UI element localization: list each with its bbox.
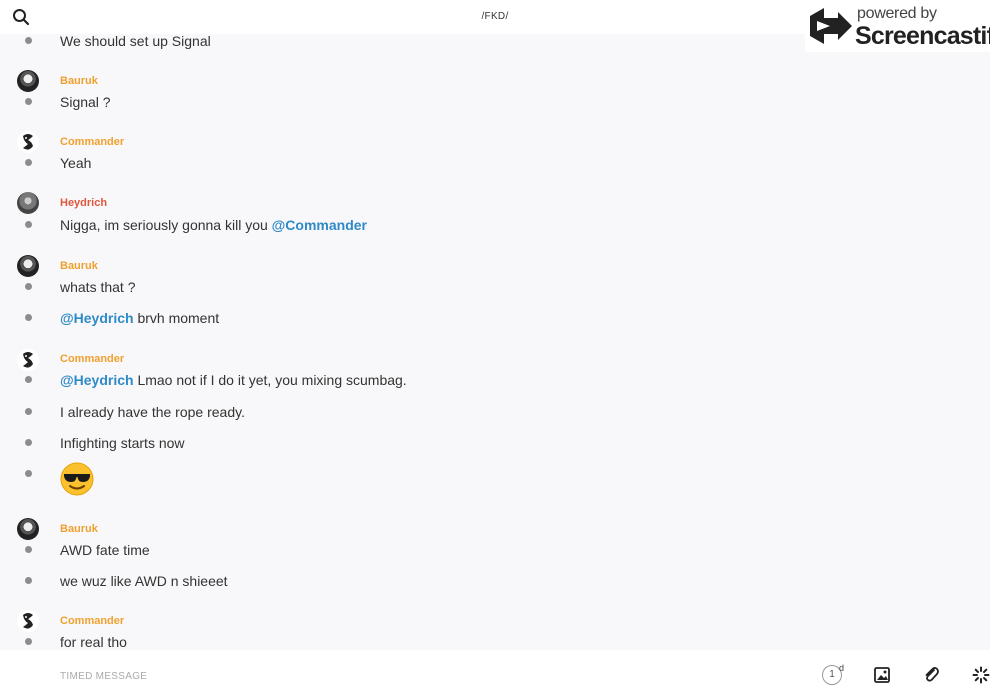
message-text: AWD fate time — [60, 542, 150, 558]
sender-name[interactable]: Bauruk — [60, 75, 98, 87]
message-text: Infighting starts now — [60, 435, 185, 451]
message-text: @Heydrich Lmao not if I do it yet, you m… — [60, 372, 407, 388]
screencastify-logo-icon — [810, 8, 852, 44]
mention-link[interactable]: @Heydrich — [60, 310, 134, 326]
message-body: brvh moment — [133, 310, 220, 326]
avatar[interactable] — [17, 349, 39, 371]
message-bullet — [25, 470, 32, 477]
message-bullet — [25, 221, 32, 228]
screencastify-watermark: powered by Screencastify — [805, 2, 990, 52]
message-text: we wuz like AWD n shieeet — [60, 573, 228, 589]
watermark-powered-by: powered by — [857, 5, 937, 22]
sender-name[interactable]: Bauruk — [60, 523, 98, 535]
avatar[interactable] — [17, 255, 39, 277]
avatar[interactable] — [17, 192, 39, 214]
message-bullet — [25, 638, 32, 645]
message-bullet — [25, 283, 32, 290]
message-text: Nigga, im seriously gonna kill you @Comm… — [60, 217, 367, 233]
sender-name[interactable]: Commander — [60, 136, 124, 148]
watermark-brand: Screencastify — [855, 22, 990, 50]
message-bullet — [25, 439, 32, 446]
message-list: We should set up Signal Bauruk Signal ? … — [0, 0, 990, 650]
message-bullet — [25, 376, 32, 383]
message-text: whats that ? — [60, 279, 136, 295]
message-bullet — [25, 314, 32, 321]
avatar[interactable] — [17, 610, 39, 632]
message-text: Signal ? — [60, 94, 111, 110]
message-text: Yeah — [60, 155, 92, 171]
message-bullet — [25, 577, 32, 584]
sender-name[interactable]: Bauruk — [60, 260, 98, 272]
avatar[interactable] — [17, 70, 39, 92]
mention-link[interactable]: @Commander — [272, 217, 367, 233]
message-bullet — [25, 37, 32, 44]
sender-name[interactable]: Commander — [60, 615, 124, 627]
sender-name[interactable]: Heydrich — [60, 197, 107, 209]
message-text: We should set up Signal — [60, 33, 211, 49]
paperclip-icon[interactable] — [922, 666, 940, 684]
message-body: Lmao not if I do it yet, you mixing scum… — [133, 372, 407, 388]
message-text: @Heydrich brvh moment — [60, 310, 219, 326]
timed-message-input[interactable] — [58, 664, 762, 688]
message-bullet — [25, 546, 32, 553]
sender-name[interactable]: Commander — [60, 353, 124, 365]
message-bullet — [25, 408, 32, 415]
image-icon[interactable] — [873, 666, 891, 684]
loading-spinner-icon[interactable] — [972, 666, 990, 684]
message-text: for real tho — [60, 634, 127, 650]
sunglasses-emoji-icon — [60, 462, 94, 496]
mention-link[interactable]: @Heydrich — [60, 372, 134, 388]
message-bullet — [25, 98, 32, 105]
message-body: Nigga, im seriously gonna kill you — [60, 217, 272, 233]
message-bullet — [25, 159, 32, 166]
message-text: I already have the rope ready. — [60, 404, 245, 420]
timer-unit: d — [839, 663, 845, 673]
avatar[interactable] — [17, 131, 39, 153]
composer-bar: 1 d — [0, 650, 990, 700]
avatar[interactable] — [17, 518, 39, 540]
